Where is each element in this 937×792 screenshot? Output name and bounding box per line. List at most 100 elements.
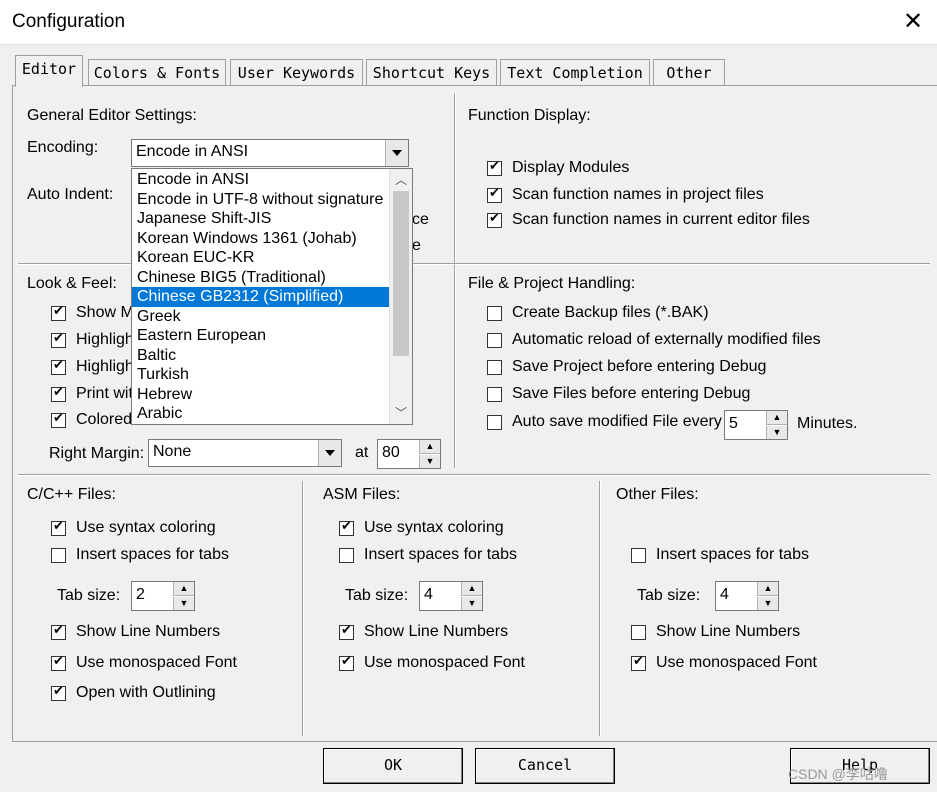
save-files-debug-checkbox[interactable] xyxy=(487,387,502,402)
cpp-heading: C/C++ Files: xyxy=(27,486,116,503)
spin-up-icon[interactable]: ▲ xyxy=(766,411,787,425)
chevron-down-icon[interactable]: ﹀ xyxy=(390,404,412,422)
create-backup-label: Create Backup files (*.BAK) xyxy=(512,304,709,321)
watermark: CSDN @李咕噜 xyxy=(788,766,888,782)
cancel-button[interactable]: Cancel xyxy=(475,748,615,784)
scan-editor-checkbox[interactable] xyxy=(487,211,502,228)
window-title: Configuration xyxy=(12,11,126,32)
cpp-spaces-checkbox[interactable] xyxy=(51,548,66,563)
asm-syntax-checkbox[interactable] xyxy=(339,519,354,536)
save-project-debug-checkbox[interactable] xyxy=(487,360,502,375)
spin-up-icon[interactable]: ▲ xyxy=(419,440,440,454)
right-margin-combo[interactable]: None xyxy=(148,439,342,467)
auto-reload-checkbox[interactable] xyxy=(487,333,502,348)
encoding-option[interactable]: Baltic xyxy=(132,346,390,366)
autosave-spinner[interactable]: 5 ▲ ▼ xyxy=(724,410,788,440)
look-feel-label-1: Show M xyxy=(76,304,134,321)
scrollbar-thumb[interactable] xyxy=(393,191,409,356)
encoding-option[interactable]: Hebrew xyxy=(132,385,390,405)
encoding-option[interactable]: Japanese Shift-JIS xyxy=(132,209,390,229)
chevron-up-icon[interactable]: ︿ xyxy=(390,171,412,189)
encoding-option[interactable]: Eastern European xyxy=(132,326,390,346)
look-feel-label-2: Highligh xyxy=(76,331,134,348)
chevron-down-icon[interactable] xyxy=(318,440,341,466)
asm-line-numbers-checkbox[interactable] xyxy=(339,623,354,640)
asm-spaces-label: Insert spaces for tabs xyxy=(364,546,517,563)
encoding-option[interactable]: Encode in ANSI xyxy=(132,170,390,190)
encoding-option[interactable]: Encode in UTF-8 without signature xyxy=(132,190,390,210)
encoding-option[interactable]: Arabic xyxy=(132,404,390,424)
at-label: at xyxy=(355,444,369,461)
tab-text-completion[interactable]: Text Completion xyxy=(500,59,650,86)
scan-project-checkbox[interactable] xyxy=(487,186,502,203)
spin-down-icon[interactable]: ▼ xyxy=(757,597,778,610)
encoding-option[interactable]: Chinese BIG5 (Traditional) xyxy=(132,268,390,288)
cpp-spaces-label: Insert spaces for tabs xyxy=(76,546,229,563)
other-monospace-checkbox[interactable] xyxy=(631,654,646,671)
other-spaces-label: Insert spaces for tabs xyxy=(656,546,809,563)
dropdown-scrollbar[interactable]: ︿ ﹀ xyxy=(389,169,412,424)
auto-reload-label: Automatic reload of externally modified … xyxy=(512,331,821,348)
divider-horizontal-2 xyxy=(18,474,930,476)
cpp-line-numbers-checkbox[interactable] xyxy=(51,623,66,640)
asm-spaces-checkbox[interactable] xyxy=(339,548,354,563)
tab-user-keywords[interactable]: User Keywords xyxy=(230,59,363,86)
encoding-combo[interactable]: Encode in ANSI xyxy=(131,139,409,167)
asm-tab-size-spinner[interactable]: 4 ▲ ▼ xyxy=(419,581,483,611)
encoding-option[interactable]: Greek xyxy=(132,307,390,327)
asm-monospace-checkbox[interactable] xyxy=(339,654,354,671)
asm-syntax-label: Use syntax coloring xyxy=(364,519,504,536)
tab-shortcut-keys[interactable]: Shortcut Keys xyxy=(366,59,497,86)
other-spaces-checkbox[interactable] xyxy=(631,548,646,563)
spin-down-icon[interactable]: ▼ xyxy=(419,455,440,468)
scan-project-label: Scan function names in project files xyxy=(512,186,764,203)
chevron-down-icon[interactable] xyxy=(385,140,408,166)
cpp-monospace-checkbox[interactable] xyxy=(51,654,66,671)
save-project-debug-label: Save Project before entering Debug xyxy=(512,358,767,375)
display-modules-label: Display Modules xyxy=(512,159,630,176)
right-margin-at-value: 80 xyxy=(382,444,400,461)
tab-editor[interactable]: Editor xyxy=(15,55,83,87)
save-files-debug-label: Save Files before entering Debug xyxy=(512,385,751,402)
right-margin-label: Right Margin: xyxy=(49,445,145,462)
cpp-outlining-checkbox[interactable] xyxy=(51,684,66,701)
encoding-dropdown-list[interactable]: Encode in ANSI Encode in UTF-8 without s… xyxy=(131,168,413,425)
close-icon[interactable]: ✕ xyxy=(900,7,926,37)
cpp-tab-size-spinner[interactable]: 2 ▲ ▼ xyxy=(131,581,195,611)
display-modules-checkbox[interactable] xyxy=(487,159,502,176)
ok-button[interactable]: OK xyxy=(323,748,463,784)
tab-other[interactable]: Other xyxy=(653,59,725,86)
spin-up-icon[interactable]: ▲ xyxy=(757,582,778,596)
encoding-option[interactable]: Turkish xyxy=(132,365,390,385)
encoding-option[interactable]: Korean EUC-KR xyxy=(132,248,390,268)
scan-editor-label: Scan function names in current editor fi… xyxy=(512,211,810,228)
encoding-option[interactable]: Korean Windows 1361 (Johab) xyxy=(132,229,390,249)
look-feel-checkbox-2[interactable] xyxy=(51,331,66,348)
look-feel-heading: Look & Feel: xyxy=(27,275,117,292)
cpp-syntax-label: Use syntax coloring xyxy=(76,519,216,536)
autosave-value: 5 xyxy=(729,415,738,432)
spin-down-icon[interactable]: ▼ xyxy=(766,426,787,439)
look-feel-checkbox-4[interactable] xyxy=(51,385,66,402)
look-feel-label-4: Print wit xyxy=(76,385,133,402)
cpp-tab-size-value: 2 xyxy=(136,586,145,603)
cpp-tab-size-label: Tab size: xyxy=(57,587,121,604)
encoding-option-selected[interactable]: Chinese GB2312 (Simplified) xyxy=(132,287,390,307)
spin-down-icon[interactable]: ▼ xyxy=(461,597,482,610)
other-line-numbers-checkbox[interactable] xyxy=(631,625,646,640)
look-feel-checkbox-1[interactable] xyxy=(51,304,66,321)
create-backup-checkbox[interactable] xyxy=(487,306,502,321)
spin-up-icon[interactable]: ▲ xyxy=(173,582,194,596)
look-feel-checkbox-3[interactable] xyxy=(51,358,66,375)
divider-vertical-bottom-2 xyxy=(599,481,601,736)
other-tab-size-label: Tab size: xyxy=(637,587,701,604)
spin-up-icon[interactable]: ▲ xyxy=(461,582,482,596)
look-feel-checkbox-5[interactable] xyxy=(51,411,66,428)
autosave-checkbox[interactable] xyxy=(487,415,502,430)
cpp-syntax-checkbox[interactable] xyxy=(51,519,66,536)
asm-tab-size-value: 4 xyxy=(424,586,433,603)
right-margin-spinner[interactable]: 80 ▲ ▼ xyxy=(377,439,441,469)
spin-down-icon[interactable]: ▼ xyxy=(173,597,194,610)
other-tab-size-spinner[interactable]: 4 ▲ ▼ xyxy=(715,581,779,611)
tab-colors-fonts[interactable]: Colors & Fonts xyxy=(88,59,226,86)
